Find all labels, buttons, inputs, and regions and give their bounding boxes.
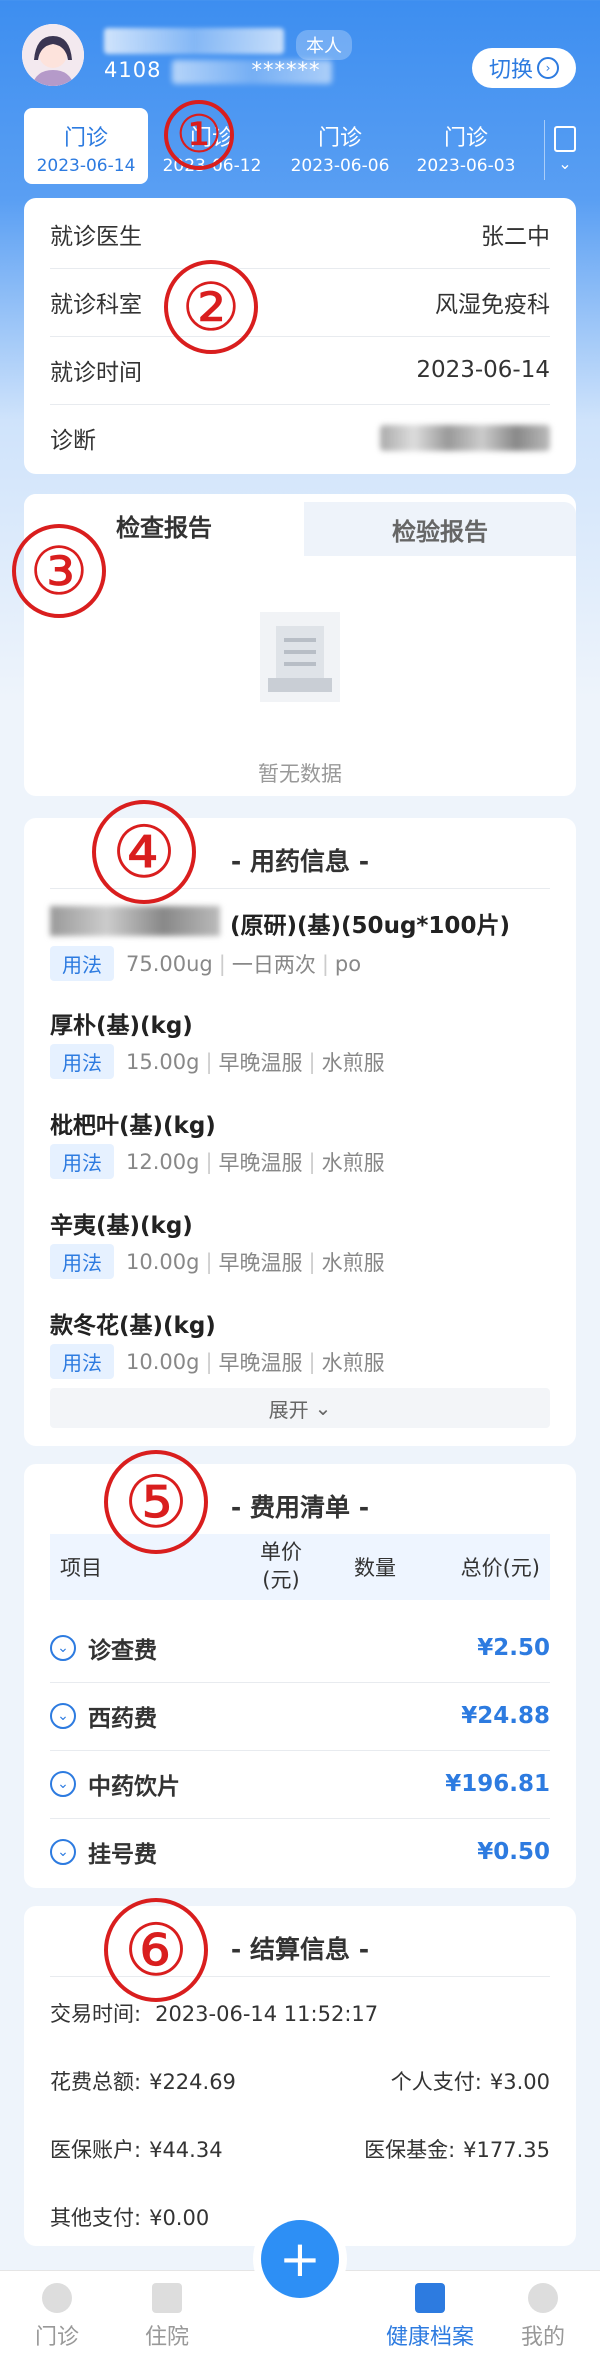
doctor-value: 张二中 xyxy=(481,224,550,250)
fee-row-2[interactable]: ⌄ 中药饮片 ¥196.81 xyxy=(50,1750,550,1819)
chevron-down-icon: ⌄ xyxy=(50,1839,76,1865)
drug-info-2: 用法 12.00g | 早晚温服 | 水煎服 xyxy=(50,1144,385,1179)
tab-visit-0[interactable]: 门诊 2023-06-14 xyxy=(24,108,148,184)
chevron-down-icon: ⌄ xyxy=(50,1635,76,1661)
drug-name-blurred xyxy=(50,906,220,936)
dept-row: 就诊科室 风湿免疫科 xyxy=(50,268,550,337)
dept-value: 风湿免疫科 xyxy=(435,292,550,318)
empty-text: 暂无数据 xyxy=(258,762,342,786)
switch-button[interactable]: 切换 › xyxy=(472,48,576,88)
dept-label: 就诊科室 xyxy=(50,292,142,318)
tab-more-button[interactable]: ⌄ xyxy=(544,120,585,180)
user-icon xyxy=(528,2283,558,2313)
add-button[interactable]: + xyxy=(261,2220,339,2298)
annotation-2: ② xyxy=(164,260,258,354)
nav-health-record[interactable]: 健康档案 xyxy=(370,2271,490,2351)
chevron-down-icon: ⌄ xyxy=(558,154,572,173)
chevron-down-icon: ⌄ xyxy=(50,1771,76,1797)
medication-card: - 用药信息 - (原研)(基)(50ug*100片) 用法 75.00ug | … xyxy=(24,818,576,1446)
time-value: 2023-06-14 xyxy=(416,357,550,383)
bed-icon xyxy=(152,2283,182,2313)
drug-name-4: 款冬花(基)(kg) xyxy=(50,1313,216,1339)
diagnosis-row: 诊断 xyxy=(50,404,550,472)
time-row: 就诊时间 2023-06-14 xyxy=(50,336,550,405)
drug-info-3: 用法 10.00g | 早晚温服 | 水煎服 xyxy=(50,1244,385,1279)
visit-info-card: 就诊医生 张二中 就诊科室 风湿免疫科 就诊时间 2023-06-14 诊断 xyxy=(24,198,576,474)
plus-circle-icon xyxy=(42,2283,72,2313)
tab-visit-2[interactable]: 门诊 2023-06-06 xyxy=(278,108,402,184)
chevron-down-icon: ⌄ xyxy=(50,1703,76,1729)
drug-name-2: 枇杷叶(基)(kg) xyxy=(50,1113,216,1139)
chevron-down-icon: ⌄ xyxy=(314,1396,332,1420)
annotation-1: ① xyxy=(164,100,234,170)
insurance-account: 医保账户: ¥44.34 xyxy=(50,2138,223,2162)
time-label: 就诊时间 xyxy=(50,360,142,386)
diagnosis-label: 诊断 xyxy=(50,428,96,454)
doctor-label: 就诊医生 xyxy=(50,224,142,250)
tab-visit-3[interactable]: 门诊 2023-06-03 xyxy=(404,108,528,184)
folder-plus-icon xyxy=(415,2283,445,2313)
doctor-row: 就诊医生 张二中 xyxy=(50,200,550,269)
nav-outpatient[interactable]: 门诊 xyxy=(12,2271,102,2351)
fee-row-1[interactable]: ⌄ 西药费 ¥24.88 xyxy=(50,1682,550,1751)
self-badge: 本人 xyxy=(296,30,352,60)
tab-lab-report[interactable]: 检验报告 xyxy=(304,502,576,556)
annotation-3: ③ xyxy=(12,524,106,618)
annotation-5: ⑤ xyxy=(104,1450,208,1554)
diagnosis-blurred xyxy=(380,425,550,451)
drug-info-0: 用法 75.00ug | 一日两次 | po xyxy=(50,946,361,981)
list-icon xyxy=(554,126,576,152)
drug-info-4: 用法 10.00g | 早晚温服 | 水煎服 xyxy=(50,1344,385,1379)
drug-name-1: 厚朴(基)(kg) xyxy=(50,1013,193,1039)
insurance-fund: 医保基金: ¥177.35 xyxy=(364,2138,550,2162)
trade-time: 交易时间: 2023-06-14 11:52:17 xyxy=(50,2002,379,2026)
nav-inpatient[interactable]: 住院 xyxy=(122,2271,212,2351)
drug-name-3: 辛夷(基)(kg) xyxy=(50,1213,193,1239)
user-name-masked xyxy=(104,28,284,54)
chevron-right-icon: › xyxy=(537,57,559,79)
expand-button[interactable]: 展开 ⌄ xyxy=(50,1388,550,1428)
total-amount: 花费总额: ¥224.69 xyxy=(50,2070,236,2094)
personal-payment: 个人支付: ¥3.00 xyxy=(390,2070,550,2094)
annotation-4: ④ xyxy=(92,800,196,904)
id-number-blur xyxy=(172,60,332,84)
nav-mine[interactable]: 我的 xyxy=(498,2271,588,2351)
other-payment: 其他支付: ¥0.00 xyxy=(50,2206,210,2230)
fee-row-3[interactable]: ⌄ 挂号费 ¥0.50 xyxy=(50,1818,550,1886)
avatar xyxy=(22,24,84,86)
reports-card: 检查报告 检验报告 暂无数据 xyxy=(24,494,576,796)
annotation-6: ⑥ xyxy=(104,1898,208,2002)
fees-card: - 费用清单 - 项目 单价 (元) 数量 总价(元) ⌄ 诊查费 ¥2.50 ⌄ … xyxy=(24,1464,576,1888)
empty-document-icon xyxy=(240,602,360,712)
fee-row-0[interactable]: ⌄ 诊查费 ¥2.50 xyxy=(50,1614,550,1683)
drug-info-1: 用法 15.00g | 早晚温服 | 水煎服 xyxy=(50,1044,385,1079)
drug-name-0: (原研)(基)(50ug*100片) xyxy=(230,913,510,939)
